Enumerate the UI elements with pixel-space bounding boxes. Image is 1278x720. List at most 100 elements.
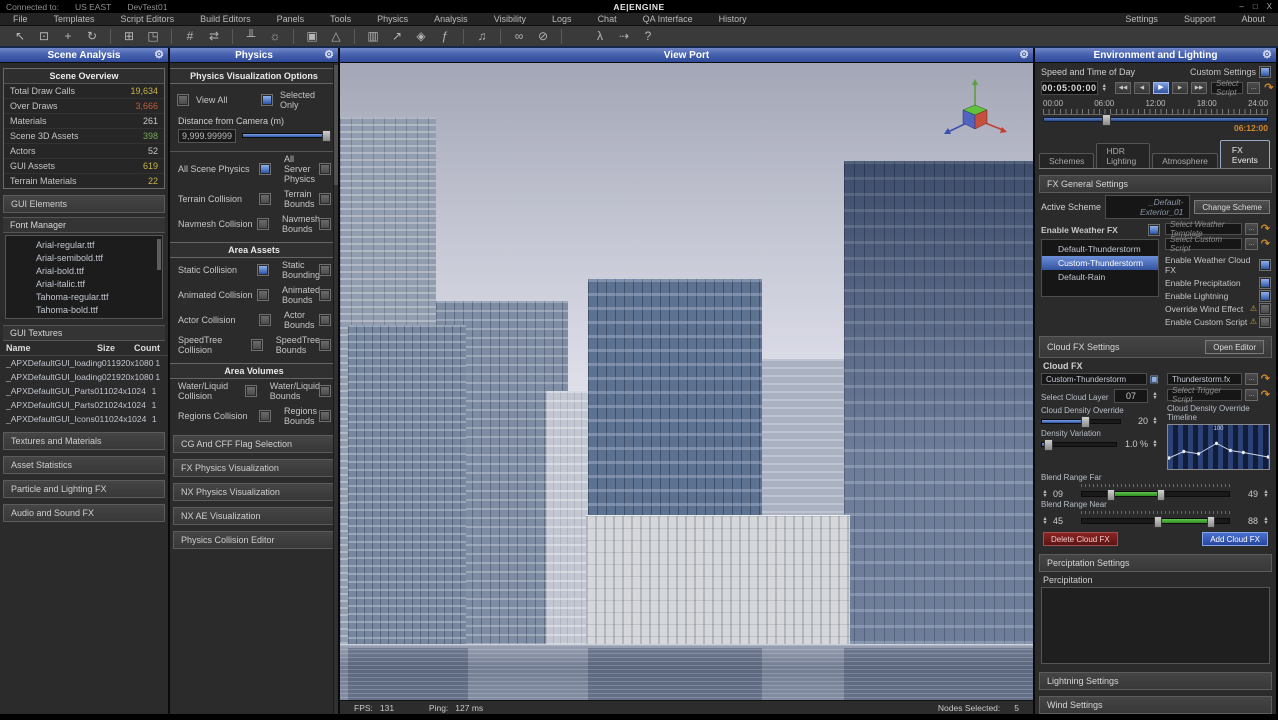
all-server-physics-checkbox[interactable] — [320, 164, 330, 174]
blend-near-slider[interactable] — [1081, 518, 1230, 524]
font-item[interactable]: Arial-semibold.ttf — [6, 251, 162, 264]
distance-value[interactable]: 9,999.99999 — [178, 129, 236, 143]
select-weather-template-field[interactable]: Select Weather Template — [1165, 223, 1242, 235]
volume-icon[interactable]: ♫ — [470, 27, 494, 45]
menu-logs[interactable]: Logs — [539, 14, 585, 24]
tab-hdr-lighting[interactable]: HDR Lighting — [1096, 143, 1150, 168]
menu-panels[interactable]: Panels — [264, 14, 318, 24]
table-row[interactable]: _APXDefaultGUI_loading011920x10801 — [0, 356, 168, 370]
density-override-slider[interactable] — [1041, 419, 1121, 424]
delete-cloud-fx-button[interactable]: Delete Cloud FX — [1043, 532, 1118, 546]
time-stepper[interactable]: ▲▼ — [1102, 84, 1107, 93]
tab-fx-events[interactable]: FX Events — [1220, 140, 1270, 168]
table-row[interactable]: _APXDefaultGUI_Parts011024x10241 — [0, 384, 168, 398]
actor-collision-checkbox[interactable] — [260, 315, 270, 325]
physics-header[interactable]: Physics ⚙ — [170, 48, 338, 63]
browse-cloud-file-button[interactable]: ... — [1245, 373, 1258, 385]
light-toggle-icon[interactable]: ☼ — [263, 27, 287, 45]
override-wind-effect-checkbox[interactable] — [1260, 304, 1270, 314]
speedtree-collision-checkbox[interactable] — [252, 340, 262, 350]
menu-script-editors[interactable]: Script Editors — [108, 14, 188, 24]
package-icon[interactable]: ▣ — [300, 27, 324, 45]
library-icon[interactable]: ▥ — [361, 27, 385, 45]
select-custom-script-field[interactable]: Select Custom Script — [1165, 238, 1242, 250]
regions-collision-checkbox[interactable] — [260, 411, 270, 421]
enable-custom-script-checkbox[interactable] — [1260, 317, 1270, 327]
maximize-button[interactable]: □ — [1253, 2, 1258, 11]
scheme-item-default-thunderstorm[interactable]: Default-Thunderstorm — [1042, 242, 1158, 256]
section-fx-physics-visualization[interactable]: FX Physics Visualization — [173, 459, 335, 477]
menu-file[interactable]: File — [0, 14, 41, 24]
font-item[interactable]: Arial-bold.ttf — [6, 264, 162, 277]
menu-settings[interactable]: Settings — [1112, 14, 1171, 24]
custom-settings-checkbox[interactable] — [1260, 67, 1270, 77]
font-item[interactable]: Tahoma-regular.ttf — [6, 290, 162, 303]
menu-analysis[interactable]: Analysis — [421, 14, 481, 24]
browse-weather-template-button[interactable]: ... — [1245, 223, 1258, 235]
pick-icon[interactable]: ↗ — [385, 27, 409, 45]
undo-custom-script-icon[interactable]: ↷ — [1261, 239, 1270, 249]
snap-align-icon[interactable]: ⇄ — [202, 27, 226, 45]
density-variation-slider[interactable] — [1041, 442, 1117, 447]
percipitation-settings-header[interactable]: Perciptation Settings — [1039, 554, 1272, 572]
select-trigger-script-field[interactable]: Select Trigger Script — [1167, 389, 1242, 401]
help-icon[interactable]: ? — [636, 27, 660, 45]
cloud-layer-value[interactable]: 07 — [1114, 389, 1148, 403]
enable-weather-fx-checkbox[interactable] — [1149, 225, 1159, 235]
table-row[interactable]: _APXDefaultGUI_loading021920x10801 — [0, 370, 168, 384]
fx-general-settings-header[interactable]: FX General Settings — [1039, 175, 1272, 193]
save-icon[interactable]: ▣ — [1150, 374, 1159, 385]
close-button[interactable]: X — [1267, 2, 1272, 11]
menu-support[interactable]: Support — [1171, 14, 1229, 24]
col-size[interactable]: Size — [80, 343, 132, 353]
all-scene-physics-checkbox[interactable] — [260, 164, 270, 174]
browse-custom-script-button[interactable]: ... — [1245, 238, 1258, 250]
terrain-bounds-checkbox[interactable] — [320, 194, 330, 204]
terrain-icon[interactable]: △ — [324, 27, 348, 45]
animated-collision-checkbox[interactable] — [258, 290, 268, 300]
move-tool-icon[interactable]: + — [56, 27, 80, 45]
cloud-layer-stepper[interactable]: ▲▼ — [1151, 392, 1159, 401]
select-arrow-icon[interactable]: ↖ — [8, 27, 32, 45]
blend-near-max-stepper[interactable]: ▲▼ — [1262, 517, 1270, 526]
menu-chat[interactable]: Chat — [585, 14, 630, 24]
section-nx-physics-visualization[interactable]: NX Physics Visualization — [173, 483, 335, 501]
cloud-fx-settings-header[interactable]: Cloud FX Settings Open Editor — [1039, 336, 1272, 358]
font-item[interactable]: Tahoma-bold.ttf — [6, 303, 162, 316]
rig-icon[interactable]: ƒ — [433, 27, 457, 45]
undo-cloud-file-icon[interactable]: ↷ — [1261, 374, 1270, 384]
section-nx-ae-visualization[interactable]: NX AE Visualization — [173, 507, 335, 525]
density-override-stepper[interactable]: ▲▼ — [1151, 417, 1159, 426]
play-button[interactable]: ▶ — [1153, 82, 1169, 94]
select-script-field[interactable]: Select Script — [1211, 82, 1243, 94]
ground-lock-icon[interactable]: ╨ — [239, 27, 263, 45]
water-liquid-collision-checkbox[interactable] — [246, 386, 256, 396]
col-name[interactable]: Name — [6, 343, 80, 353]
selected-only-checkbox[interactable] — [262, 95, 272, 105]
menu-qa-interface[interactable]: QA Interface — [630, 14, 706, 24]
fast-forward-button[interactable]: ▶▶ — [1191, 82, 1207, 94]
table-row[interactable]: _APXDefaultGUI_Parts021024x10241 — [0, 398, 168, 412]
blend-far-min-stepper[interactable]: ▲▼ — [1041, 490, 1049, 499]
link-icon[interactable]: ∞ — [507, 27, 531, 45]
scale-tool-icon[interactable]: ⊞ — [117, 27, 141, 45]
crop-scale-icon[interactable]: ◳ — [141, 27, 165, 45]
animated-bounds-checkbox[interactable] — [320, 290, 330, 300]
gear-icon[interactable]: ⚙ — [324, 48, 334, 61]
scheme-item-custom-thunderstorm[interactable]: Custom-Thunderstorm — [1042, 256, 1158, 270]
menu-visibility[interactable]: Visibility — [481, 14, 539, 24]
menu-history[interactable]: History — [706, 14, 760, 24]
time-of-day-slider[interactable] — [1043, 117, 1268, 122]
section-particle-and-lighting-fx[interactable]: Particle and Lighting FX — [3, 480, 165, 498]
blend-far-max-stepper[interactable]: ▲▼ — [1262, 490, 1270, 499]
rewind-button[interactable]: ◀◀ — [1115, 82, 1131, 94]
gear-icon[interactable]: ⚙ — [154, 48, 164, 61]
section-gui-elements[interactable]: GUI Elements — [3, 195, 165, 213]
density-variation-stepper[interactable]: ▲▼ — [1151, 440, 1159, 449]
gear-icon[interactable]: ⚙ — [1262, 48, 1272, 61]
section-audio-and-sound-fx[interactable]: Audio and Sound FX — [3, 504, 165, 522]
mesh-icon[interactable]: ◈ — [409, 27, 433, 45]
menu-physics[interactable]: Physics — [364, 14, 421, 24]
step-forward-button[interactable]: ▶ — [1172, 82, 1188, 94]
tab-atmosphere[interactable]: Atmosphere — [1152, 153, 1218, 168]
